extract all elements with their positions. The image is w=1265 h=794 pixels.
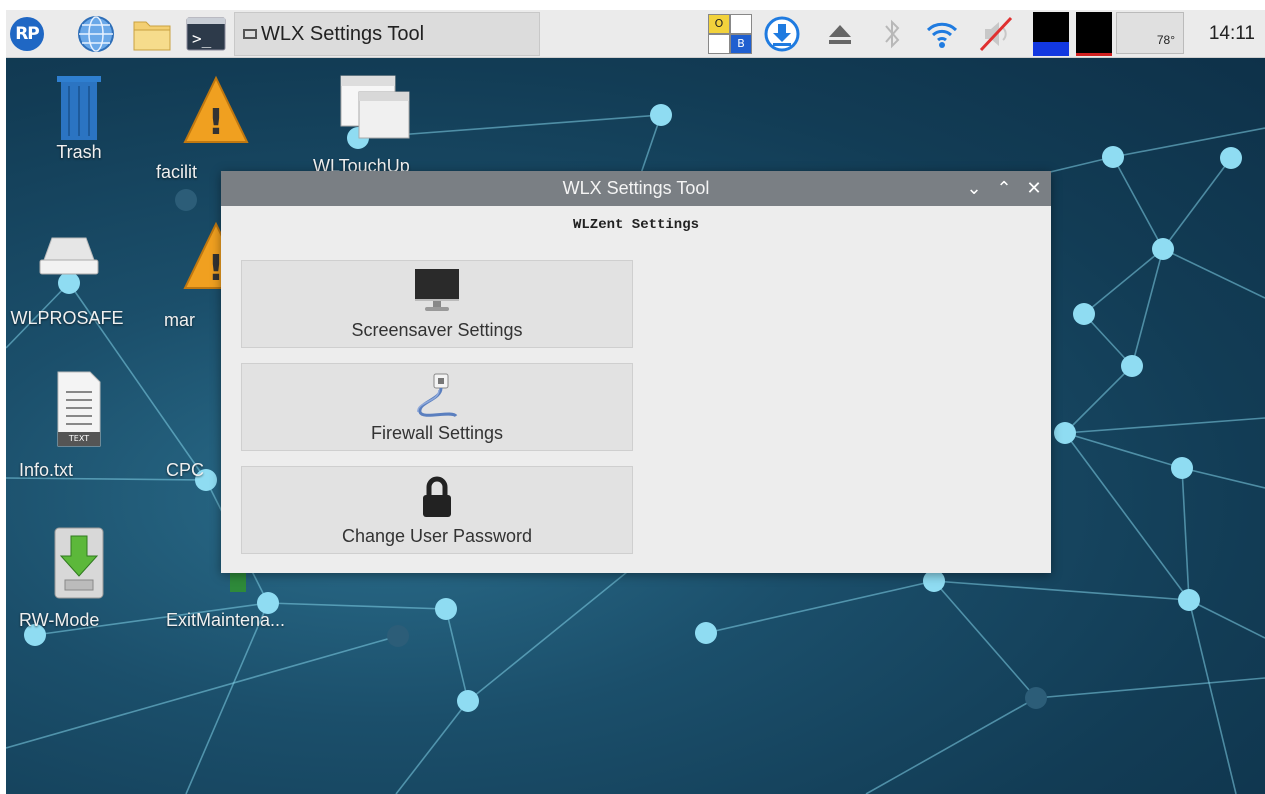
desktop-icon-rw-mode[interactable]: RW-Mode bbox=[19, 524, 139, 630]
update-download-icon[interactable] bbox=[762, 14, 802, 54]
network-cable-icon bbox=[412, 370, 462, 426]
wifi-icon[interactable] bbox=[922, 14, 962, 54]
desktop-icon-label: facilit bbox=[156, 162, 198, 182]
eject-icon[interactable] bbox=[820, 14, 860, 54]
desktop-icon-label: Info.txt bbox=[19, 460, 74, 480]
desktop-icon-facilit[interactable]: ! facilit bbox=[156, 72, 276, 182]
button-label: Screensaver Settings bbox=[351, 320, 523, 340]
cpu-meter-fill bbox=[1033, 42, 1069, 56]
button-label: Change User Password bbox=[341, 526, 533, 546]
install-icon bbox=[49, 524, 109, 600]
menu-logo-button[interactable]: RP bbox=[10, 17, 44, 51]
change-password-button[interactable]: Change User Password bbox=[241, 466, 633, 554]
indicator-blank-top bbox=[730, 14, 752, 34]
keyboard-indicator: O B bbox=[708, 14, 752, 54]
window-icon bbox=[243, 29, 257, 39]
monitor-icon bbox=[413, 267, 461, 323]
memory-usage-meter[interactable] bbox=[1076, 12, 1112, 56]
desktop-icon-label: Trash bbox=[56, 142, 102, 162]
screensaver-settings-button[interactable]: Screensaver Settings bbox=[241, 260, 633, 348]
desktop-icon-wlprosafe[interactable]: WLPROSAFE bbox=[9, 230, 129, 328]
memory-meter-fill bbox=[1076, 53, 1112, 56]
temperature-monitor[interactable]: 78° bbox=[1116, 12, 1184, 54]
clock[interactable]: 14:11 bbox=[1209, 10, 1255, 58]
desktop-icon-trash[interactable]: Trash bbox=[19, 72, 139, 163]
desktop-icon-wltouchup[interactable]: WLTouchUp bbox=[313, 72, 433, 176]
desktop-icon-label: ExitMaintena... bbox=[166, 610, 286, 630]
indicator-blank-bottom bbox=[708, 34, 730, 54]
file-manager-icon[interactable] bbox=[132, 14, 172, 54]
text-file-icon: TEXT bbox=[54, 370, 104, 448]
volume-muted-icon[interactable] bbox=[976, 14, 1016, 54]
web-browser-icon[interactable] bbox=[76, 14, 116, 54]
button-label: Firewall Settings bbox=[370, 423, 504, 443]
text-badge: TEXT bbox=[68, 434, 90, 443]
desktop-icon-label: mar bbox=[164, 310, 195, 330]
firewall-settings-button[interactable]: Firewall Settings bbox=[241, 363, 633, 451]
desktop-icon-label: WLPROSAFE bbox=[10, 308, 124, 328]
desktop-icon-label: CPC bbox=[166, 460, 205, 480]
svg-text:!: ! bbox=[208, 102, 224, 143]
temperature-value: 78° bbox=[1156, 33, 1175, 47]
taskbar-window-button[interactable]: WLX Settings Tool bbox=[234, 12, 540, 56]
bluetooth-icon[interactable] bbox=[872, 14, 912, 54]
window-titlebar[interactable]: WLX Settings Tool ⌄ ⌃ ✕ bbox=[221, 171, 1051, 206]
settings-window: WLX Settings Tool ⌄ ⌃ ✕ WLZent Settings … bbox=[221, 171, 1051, 573]
settings-heading: WLZent Settings bbox=[572, 217, 700, 233]
desktop-icon-info-txt[interactable]: TEXT Info.txt bbox=[19, 370, 139, 480]
minimize-button[interactable]: ⌄ bbox=[963, 171, 985, 206]
desktop-icon-label: RW-Mode bbox=[19, 610, 100, 630]
taskbar: RP >_ WLX Settings Tool O B 78° 14:11 bbox=[6, 10, 1265, 58]
warning-icon: ! bbox=[181, 72, 251, 148]
cpu-usage-meter[interactable] bbox=[1033, 12, 1069, 56]
drive-icon bbox=[34, 230, 104, 280]
indicator-o: O bbox=[708, 14, 730, 34]
maximize-button[interactable]: ⌃ bbox=[993, 171, 1015, 206]
indicator-b: B bbox=[730, 34, 752, 54]
window-app-icon bbox=[333, 72, 413, 142]
window-title: WLX Settings Tool bbox=[562, 178, 710, 198]
svg-text:>_: >_ bbox=[192, 29, 212, 48]
lock-icon bbox=[417, 473, 457, 525]
close-button[interactable]: ✕ bbox=[1023, 171, 1045, 206]
trash-icon bbox=[49, 72, 109, 142]
terminal-icon[interactable]: >_ bbox=[186, 14, 226, 54]
taskbar-window-title: WLX Settings Tool bbox=[261, 22, 425, 45]
